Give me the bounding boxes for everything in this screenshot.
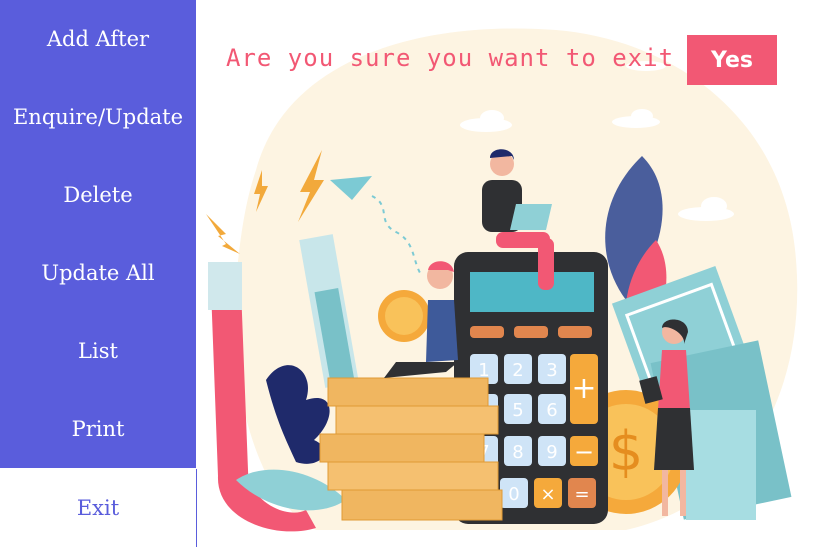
calc-key-9: 9 (546, 442, 557, 463)
calc-key-minus: − (574, 438, 594, 466)
calc-key-plus: + (571, 371, 596, 406)
calc-key-6: 6 (546, 400, 557, 421)
sidebar: Add After Enquire/Update Delete Update A… (0, 0, 197, 547)
calc-key-3: 3 (546, 360, 557, 381)
lightning-icon (206, 214, 240, 254)
menu-item-enquire-update[interactable]: Enquire/Update (0, 78, 196, 156)
menu-item-exit[interactable]: Exit (0, 469, 197, 547)
calc-key-8: 8 (512, 442, 523, 463)
calc-key-0: 0 (508, 484, 519, 505)
coin-symbol: $ (609, 420, 643, 483)
coin-stack (319, 377, 503, 521)
calc-key-5: 5 (512, 400, 523, 421)
calc-key-2: 2 (512, 360, 523, 381)
yes-button[interactable]: Yes (687, 35, 777, 85)
exit-confirmation-prompt: Are you sure you want to exit (226, 44, 675, 72)
menu-item-delete[interactable]: Delete (0, 156, 196, 234)
menu-item-update-all[interactable]: Update All (0, 234, 196, 312)
calc-key-times: × (540, 484, 555, 505)
exit-panel: $ 1 2 3 + 5 6 8 9 − 0 × = Are you sure y… (196, 0, 814, 547)
menu-item-add-after[interactable]: Add After (0, 0, 196, 78)
menu-item-print[interactable]: Print (0, 390, 196, 468)
calc-key-equals: = (574, 484, 589, 505)
menu-item-list[interactable]: List (0, 312, 196, 390)
